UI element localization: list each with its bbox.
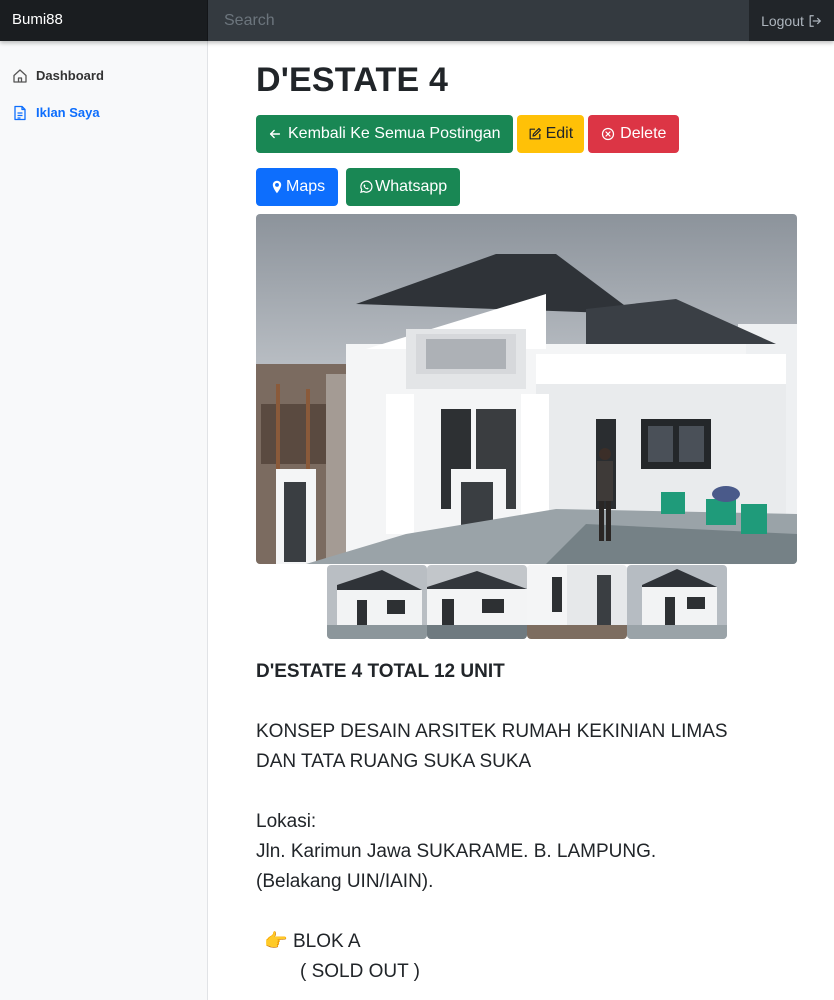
property-photo — [256, 214, 797, 564]
sidebar-item-label: Iklan Saya — [36, 105, 100, 120]
sidebar-item-dashboard[interactable]: Dashboard — [0, 57, 207, 94]
location-line-1: Jln. Karimun Jawa SUKARAME. B. LAMPUNG. — [256, 841, 657, 862]
map-pin-icon — [272, 180, 282, 194]
edit-button-label: Edit — [545, 125, 574, 142]
pointing-hand-icon: 👉 — [264, 931, 288, 952]
home-icon — [13, 68, 27, 83]
action-buttons: Kembali Ke Semua Postingan Edit Delete — [256, 115, 797, 153]
top-navbar: Bumi88 Logout — [0, 0, 834, 41]
main-content: D'ESTATE 4 Kembali Ke Semua Postingan Ed… — [256, 41, 797, 987]
sidebar-item-iklan-saya[interactable]: Iklan Saya — [0, 94, 207, 131]
back-button[interactable]: Kembali Ke Semua Postingan — [256, 115, 513, 153]
logout-label: Logout — [761, 12, 804, 29]
block-status: ( SOLD OUT ) — [300, 961, 420, 982]
maps-button[interactable]: Maps — [256, 168, 339, 206]
block-label: BLOK A — [292, 931, 361, 952]
brand-logo[interactable]: Bumi88 — [0, 0, 208, 41]
page-title: D'ESTATE 4 — [256, 61, 449, 99]
delete-button[interactable]: Delete — [588, 115, 680, 153]
thumbnail-3[interactable] — [526, 565, 627, 639]
delete-button-label: Delete — [620, 125, 667, 142]
whatsapp-icon — [360, 180, 373, 194]
location-label: Lokasi: — [256, 811, 317, 832]
search-input[interactable] — [208, 0, 749, 41]
maps-button-label: Maps — [286, 178, 326, 195]
thumbnail-1[interactable] — [326, 565, 427, 639]
contact-buttons: Maps Whatsapp — [256, 168, 797, 206]
back-button-label: Kembali Ke Semua Postingan — [288, 125, 501, 142]
location-line-2: (Belakang UIN/IAIN). — [256, 871, 434, 892]
edit-button[interactable]: Edit — [516, 115, 585, 153]
logout-button[interactable]: Logout — [749, 0, 834, 41]
whatsapp-button[interactable]: Whatsapp — [346, 168, 461, 206]
sidebar-item-label: Dashboard — [36, 68, 104, 83]
description-headline: D'ESTATE 4 TOTAL 12 UNIT — [256, 661, 505, 682]
post-description: D'ESTATE 4 TOTAL 12 UNIT KONSEP DESAIN A… — [256, 657, 797, 987]
photo-thumbnails — [256, 565, 797, 639]
thumbnail-4[interactable] — [626, 565, 727, 639]
whatsapp-button-label: Whatsapp — [375, 178, 448, 195]
x-circle-icon — [602, 127, 615, 141]
thumbnail-2[interactable] — [426, 565, 527, 639]
block-line: 👉 BLOK A — [256, 927, 797, 957]
arrow-left-icon — [269, 129, 281, 139]
description-concept-line-2: DAN TATA RUANG SUKA SUKA — [256, 751, 532, 772]
description-concept-line-1: KONSEP DESAIN ARSITEK RUMAH KEKINIAN LIM… — [256, 721, 728, 742]
sidebar: Dashboard Iklan Saya — [0, 41, 208, 1000]
edit-icon — [529, 127, 541, 140]
logout-icon — [809, 14, 821, 27]
file-text-icon — [14, 105, 26, 120]
